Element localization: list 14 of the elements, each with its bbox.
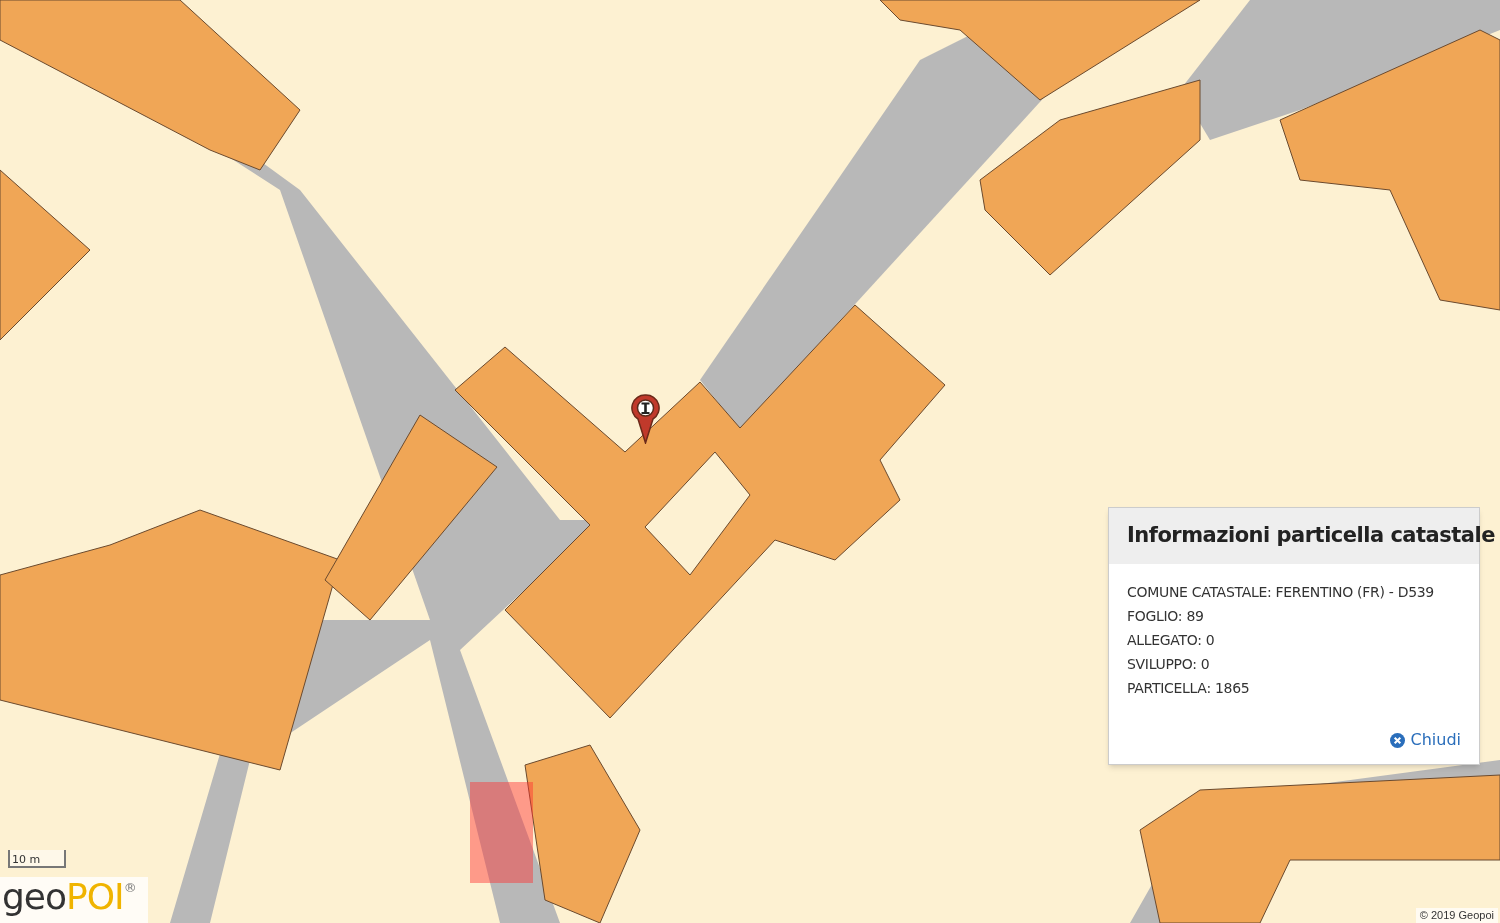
logo-text: POI	[66, 876, 124, 918]
close-button[interactable]: Chiudi	[1389, 728, 1461, 752]
info-line: COMUNE CATASTALE: FERENTINO (FR) - D539	[1127, 582, 1435, 602]
scale-label: 10 m	[11, 853, 41, 866]
info-line: FOGLIO: 89	[1127, 606, 1205, 626]
map-pin-icon[interactable]	[631, 394, 660, 444]
info-line: PARTICELLA: 1865	[1127, 678, 1251, 698]
popup-title: Informazioni particella catastale	[1127, 523, 1495, 547]
close-icon	[1389, 732, 1405, 748]
logo-text: geo	[2, 876, 67, 918]
info-line: SVILUPPO: 0	[1127, 654, 1211, 674]
attribution-text: © 2019 Geopoi	[1415, 908, 1498, 923]
registered-mark: ®	[123, 880, 137, 896]
info-line: ALLEGATO: 0	[1127, 630, 1216, 650]
